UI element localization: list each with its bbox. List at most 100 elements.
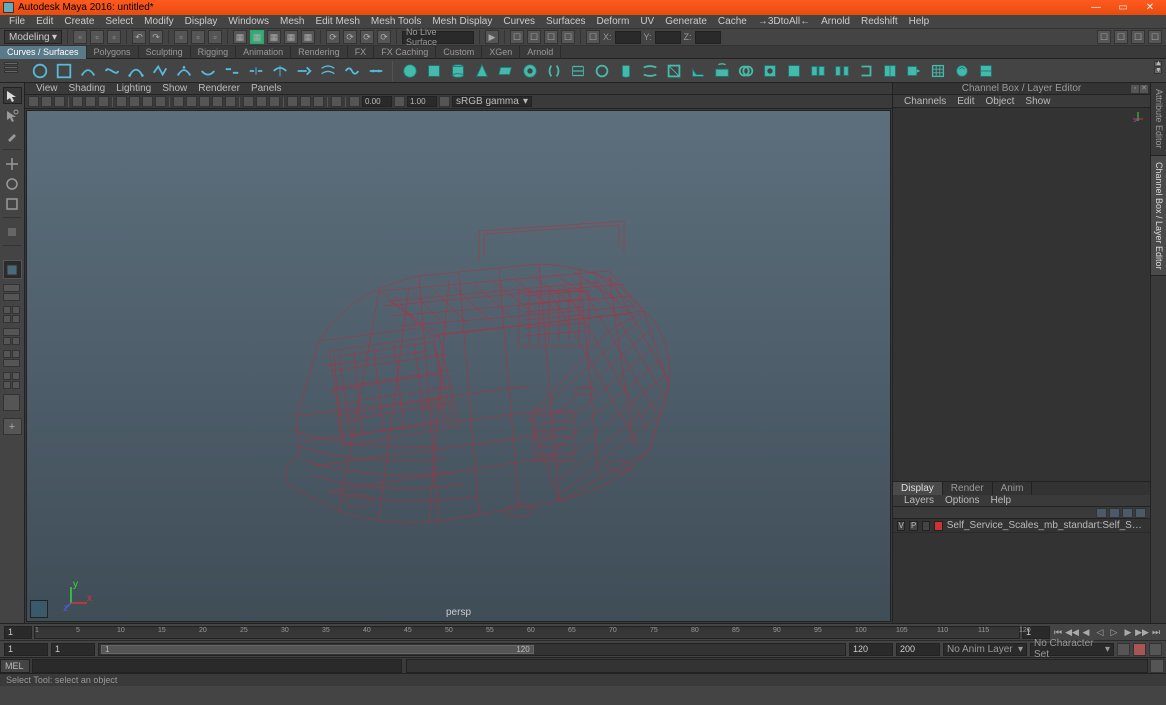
vp-lock-camera[interactable]	[41, 96, 52, 107]
vp-image-plane[interactable]	[72, 96, 83, 107]
layout-4-button[interactable]: ☐	[561, 30, 575, 44]
menu-dtoall[interactable]: →3DtoAll←	[753, 16, 815, 27]
nurbs-sphere-icon[interactable]	[400, 61, 419, 80]
shelf-tab-polygons[interactable]: Polygons	[87, 46, 139, 59]
layout-persp[interactable]	[3, 394, 22, 411]
lasso-mode-button[interactable]: ▫	[191, 30, 205, 44]
shelf-tab-rendering[interactable]: Rendering	[291, 46, 348, 59]
menu-arnold[interactable]: Arnold	[816, 16, 855, 27]
menu-deform[interactable]: Deform	[592, 16, 635, 27]
layout-three[interactable]	[3, 372, 22, 389]
layer-playback-toggle[interactable]: P	[909, 521, 917, 531]
layer-tab-anim[interactable]: Anim	[993, 482, 1033, 495]
menu-editmesh[interactable]: Edit Mesh	[310, 16, 364, 27]
layout-3-button[interactable]: ☐	[544, 30, 558, 44]
save-scene-button[interactable]: ▫	[107, 30, 121, 44]
range-min-field[interactable]: 1	[51, 643, 95, 656]
layer-menu-layers[interactable]: Layers	[899, 495, 939, 506]
birail-icon[interactable]	[640, 61, 659, 80]
select-mode-button[interactable]: ▫	[174, 30, 188, 44]
detach-curve-icon[interactable]	[246, 61, 265, 80]
nurbs-torus-icon[interactable]	[520, 61, 539, 80]
vp-gate-mask[interactable]	[155, 96, 166, 107]
menu-file[interactable]: File	[4, 16, 30, 27]
range-end-field[interactable]: 200	[896, 643, 940, 656]
attach-curve-icon[interactable]	[222, 61, 241, 80]
vp-select-camera[interactable]	[28, 96, 39, 107]
two-point-arc-icon[interactable]	[198, 61, 217, 80]
edge-tab-channelboxlayereditor[interactable]: Channel Box / Layer Editor	[1151, 156, 1166, 277]
menu-generate[interactable]: Generate	[660, 16, 712, 27]
live-surface-display[interactable]: No Live Surface	[402, 31, 474, 44]
range-handle[interactable]: 1120	[101, 645, 534, 654]
pencil-curve-icon[interactable]	[150, 61, 169, 80]
panel-toggle-4[interactable]: ☐	[1148, 30, 1162, 44]
nurbs-cone-icon[interactable]	[472, 61, 491, 80]
nurbs-cube-icon[interactable]	[424, 61, 443, 80]
shelf-scroll[interactable]: ▲▼	[1154, 61, 1162, 74]
construction-history-button[interactable]: ⟳	[360, 30, 374, 44]
move-tool[interactable]	[3, 155, 22, 172]
layer-tab-display[interactable]: Display	[893, 482, 943, 495]
attach-surface-icon[interactable]	[808, 61, 827, 80]
shelf-tab-custom[interactable]: Custom	[436, 46, 482, 59]
nurbs-square-icon[interactable]	[54, 61, 73, 80]
shelf-tab-rigging[interactable]: Rigging	[191, 46, 237, 59]
vp-film-gate[interactable]	[129, 96, 140, 107]
layer-new-selected-button[interactable]	[1135, 508, 1146, 518]
vp-xray-joints[interactable]	[269, 96, 280, 107]
paint-select-tool[interactable]	[3, 127, 22, 144]
detach-surface-icon[interactable]	[832, 61, 851, 80]
scale-tool[interactable]	[3, 195, 22, 212]
vp-grease-pencil[interactable]	[98, 96, 109, 107]
step-forward-key-button[interactable]: ▶▶	[1136, 626, 1148, 638]
toggle-button[interactable]: ⟳	[377, 30, 391, 44]
boundary-icon[interactable]	[664, 61, 683, 80]
wireframe-object[interactable]	[179, 156, 739, 576]
rebuild-surface-icon[interactable]	[928, 61, 947, 80]
menu-surfaces[interactable]: Surfaces	[541, 16, 590, 27]
select-tool[interactable]	[3, 87, 22, 104]
loft-icon[interactable]	[568, 61, 587, 80]
snap-grid-button[interactable]: ▦	[233, 30, 247, 44]
command-input[interactable]	[32, 659, 402, 673]
layer-color-swatch[interactable]	[934, 521, 942, 531]
vp-resolution-gate[interactable]	[142, 96, 153, 107]
vp-menu-panels[interactable]: Panels	[246, 83, 287, 94]
minimize-button[interactable]: —	[1083, 1, 1109, 14]
cb-menu-edit[interactable]: Edit	[952, 96, 979, 107]
menu-meshdisplay[interactable]: Mesh Display	[427, 16, 497, 27]
layer-type-toggle[interactable]	[922, 521, 930, 531]
panel-toggle-2[interactable]: ☐	[1114, 30, 1128, 44]
history-button[interactable]: ⟳	[326, 30, 340, 44]
time-track[interactable]: 1510152025303540455055606570758085909510…	[34, 626, 1020, 639]
bevel-icon[interactable]	[688, 61, 707, 80]
menu-modify[interactable]: Modify	[139, 16, 178, 27]
vp-lights[interactable]	[212, 96, 223, 107]
snap-curve-button[interactable]: ▦	[250, 30, 264, 44]
vp-view-transform-icon[interactable]	[439, 96, 450, 107]
auto-key-button[interactable]	[1117, 643, 1130, 656]
layer-row[interactable]: V P Self_Service_Scales_mb_standart:Self…	[893, 519, 1150, 533]
menu-windows[interactable]: Windows	[223, 16, 274, 27]
vp-2d-pan[interactable]	[85, 96, 96, 107]
maximize-button[interactable]: ▭	[1110, 1, 1136, 14]
y-input[interactable]	[655, 31, 681, 44]
range-max-field[interactable]: 120	[849, 643, 893, 656]
shelf-tab-fx[interactable]: FX	[348, 46, 375, 59]
script-lang-dropdown[interactable]: MEL	[0, 659, 30, 673]
vp-menu-lighting[interactable]: Lighting	[111, 83, 156, 94]
vp-ao[interactable]	[287, 96, 298, 107]
panel-toggle-3[interactable]: ☐	[1131, 30, 1145, 44]
insert-isoparm-icon[interactable]	[880, 61, 899, 80]
set-key-button[interactable]	[1133, 643, 1146, 656]
history-off-button[interactable]: ⟳	[343, 30, 357, 44]
sculpt-surface-icon[interactable]	[952, 61, 971, 80]
edge-tab-attributeeditor[interactable]: Attribute Editor	[1151, 83, 1166, 156]
bezier-curve-icon[interactable]	[126, 61, 145, 80]
menu-create[interactable]: Create	[59, 16, 99, 27]
ep-curve-icon[interactable]	[78, 61, 97, 80]
panel-undock-button[interactable]: ▫	[1131, 85, 1139, 93]
offset-curve-icon[interactable]	[318, 61, 337, 80]
layout-2-button[interactable]: ☐	[527, 30, 541, 44]
